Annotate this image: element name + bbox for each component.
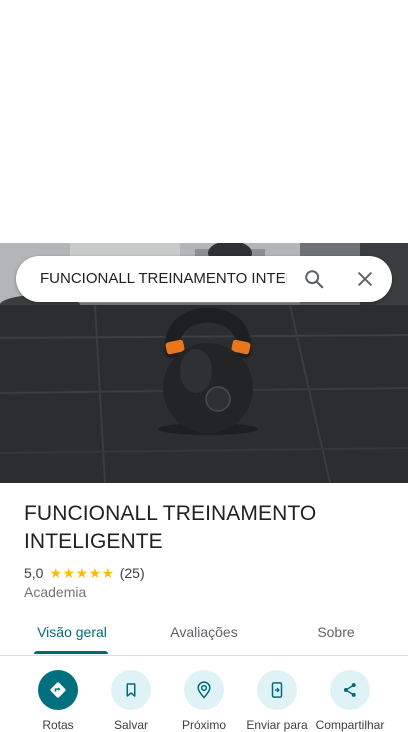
active-tab-indicator xyxy=(34,651,108,654)
star-rating-icon: ★★★★★ xyxy=(49,564,115,581)
search-bar[interactable]: FUNCIONALL TREINAMENTO INTELIGENTE xyxy=(16,256,392,302)
nearby-icon xyxy=(184,670,224,710)
search-input[interactable]: FUNCIONALL TREINAMENTO INTELIGENTE xyxy=(40,269,287,289)
send-to-phone-label: Enviar para xyxy=(246,718,308,732)
nearby-label: Próximo xyxy=(181,718,226,732)
tab-reviews[interactable]: Avaliações xyxy=(150,612,258,654)
rating-row[interactable]: 5,0 ★★★★★ (25) xyxy=(24,563,145,583)
search-icon[interactable] xyxy=(299,264,329,294)
send-to-phone-icon xyxy=(257,670,297,710)
bookmark-icon xyxy=(111,670,151,710)
map-area[interactable] xyxy=(0,0,408,243)
review-count[interactable]: (25) xyxy=(120,565,145,581)
send-to-phone-button[interactable]: Enviar para xyxy=(237,670,317,732)
share-button[interactable]: Compartilhar xyxy=(310,670,390,732)
tab-about[interactable]: Sobre xyxy=(298,612,374,654)
directions-label: Rotas xyxy=(42,718,74,732)
tab-overview[interactable]: Visão geral xyxy=(20,612,124,654)
tab-bar: Visão geral Avaliações Sobre xyxy=(0,612,408,656)
rating-value: 5,0 xyxy=(24,565,44,581)
place-title: FUNCIONALL TREINAMENTO INTELIGENTE xyxy=(24,502,317,553)
share-label: Compartilhar xyxy=(315,718,385,732)
share-icon xyxy=(330,670,370,710)
save-button[interactable]: Salvar xyxy=(91,670,171,732)
directions-icon xyxy=(38,670,78,710)
close-icon[interactable] xyxy=(350,264,380,294)
directions-button[interactable]: Rotas xyxy=(18,670,98,732)
place-category[interactable]: Academia xyxy=(24,583,86,601)
save-label: Salvar xyxy=(113,718,148,732)
nearby-button[interactable]: Próximo xyxy=(164,670,244,732)
